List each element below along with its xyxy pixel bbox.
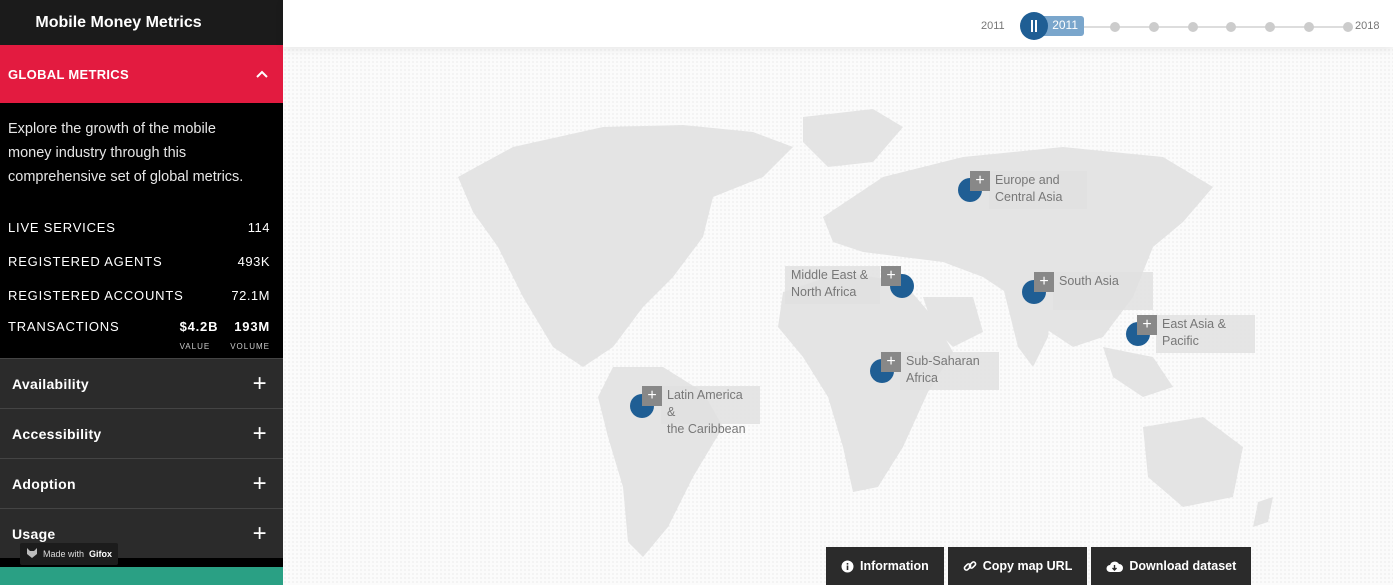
timeline-year-dot[interactable]: [1109, 22, 1120, 32]
metric-label: REGISTERED ACCOUNTS: [8, 287, 184, 303]
chevron-up-icon: [255, 67, 269, 81]
metric-registered-accounts: REGISTERED ACCOUNTS 72.1M: [0, 278, 283, 312]
timeline-end-label: 2018: [1355, 20, 1380, 32]
region-label: Latin America & the Caribbean: [661, 386, 760, 436]
transactions-value: $4.2B: [179, 319, 219, 334]
section-label: Availability: [12, 375, 89, 392]
plus-icon: +: [252, 519, 267, 547]
expand-plus-icon[interactable]: +: [1137, 315, 1157, 335]
section-availability[interactable]: Availability +: [0, 358, 283, 408]
map-area[interactable]: 2011 2011 2018 Europe and Central Asia +…: [283, 0, 1393, 585]
bottom-accent-bar: [0, 567, 283, 585]
timeline-year-dot[interactable]: [1343, 22, 1353, 32]
expand-plus-icon[interactable]: +: [1034, 272, 1054, 292]
metric-value: 114: [247, 219, 270, 235]
section-label: Accessibility: [12, 425, 102, 442]
transactions-volume: 193M: [234, 319, 270, 334]
gifox-prefix: Made with: [43, 549, 85, 559]
plus-icon: +: [252, 419, 267, 447]
region-label: Europe and Central Asia: [989, 171, 1087, 209]
information-label: Information: [860, 559, 929, 573]
timeline: 2011 2011 2018: [283, 0, 1393, 47]
timeline-year-dot[interactable]: [1226, 22, 1237, 32]
app-title: Mobile Money Metrics: [0, 0, 283, 45]
southeast-asia: [1103, 347, 1173, 397]
cloud-download-icon: [1106, 560, 1124, 573]
volume-caption: VOLUME: [230, 341, 270, 351]
expand-plus-icon[interactable]: +: [642, 386, 662, 406]
region-label: South Asia: [1053, 272, 1153, 310]
value-caption: VALUE: [179, 341, 211, 351]
gifox-watermark: Made with Gifox: [20, 543, 119, 565]
section-label: Usage: [12, 525, 56, 542]
new-zealand: [1253, 497, 1273, 527]
sidebar: Mobile Money Metrics GLOBAL METRICS Expl…: [0, 0, 283, 585]
section-adoption[interactable]: Adoption +: [0, 458, 283, 508]
gifox-brand: Gifox: [89, 549, 113, 559]
greenland: [803, 109, 903, 167]
expand-plus-icon[interactable]: +: [970, 171, 990, 191]
copy-url-button[interactable]: Copy map URL: [947, 547, 1088, 585]
fox-icon: [26, 547, 38, 561]
timeline-year-dot[interactable]: [1304, 22, 1315, 32]
link-icon: [963, 559, 977, 573]
continent-north-america: [458, 125, 793, 367]
timeline-year-dot[interactable]: [1187, 22, 1198, 32]
metric-value: 493K: [237, 253, 270, 269]
intro-text: Explore the growth of the mobile money i…: [8, 121, 244, 185]
expand-plus-icon[interactable]: +: [881, 266, 901, 286]
metric-label: LIVE SERVICES: [8, 219, 116, 235]
info-icon: [841, 560, 854, 573]
metric-value: 72.1M: [231, 287, 270, 303]
copy-url-label: Copy map URL: [982, 559, 1073, 573]
global-metrics-label: GLOBAL METRICS: [8, 66, 129, 82]
timeline-handle[interactable]: [1020, 12, 1048, 40]
region-label: East Asia & Pacific: [1156, 315, 1255, 353]
region-label: Middle East & North Africa: [785, 266, 880, 304]
download-label: Download dataset: [1129, 559, 1237, 573]
australia: [1143, 417, 1243, 507]
timeline-start-label: 2011: [981, 20, 1005, 32]
footer-toolbar: Information Copy map URL Download datase…: [826, 547, 1252, 585]
metric-transactions: TRANSACTIONS $4.2B 193M: [0, 312, 283, 334]
plus-icon: +: [252, 369, 267, 397]
information-button[interactable]: Information: [826, 547, 944, 585]
expand-plus-icon[interactable]: +: [881, 352, 901, 372]
metric-label: REGISTERED AGENTS: [8, 253, 163, 269]
metric-label: TRANSACTIONS: [8, 319, 120, 334]
download-dataset-button[interactable]: Download dataset: [1091, 547, 1252, 585]
section-accessibility[interactable]: Accessibility +: [0, 408, 283, 458]
global-metrics-header[interactable]: GLOBAL METRICS: [0, 45, 283, 103]
plus-icon: +: [252, 469, 267, 497]
metric-registered-agents: REGISTERED AGENTS 493K: [0, 244, 283, 278]
timeline-year-dot[interactable]: [1148, 22, 1159, 32]
transactions-captions: VALUE VOLUME: [0, 334, 283, 358]
region-label: Sub-Saharan Africa: [900, 352, 999, 390]
metric-live-services: LIVE SERVICES 114: [0, 210, 283, 244]
section-label: Adoption: [12, 475, 76, 492]
timeline-year-dot[interactable]: [1265, 22, 1276, 32]
